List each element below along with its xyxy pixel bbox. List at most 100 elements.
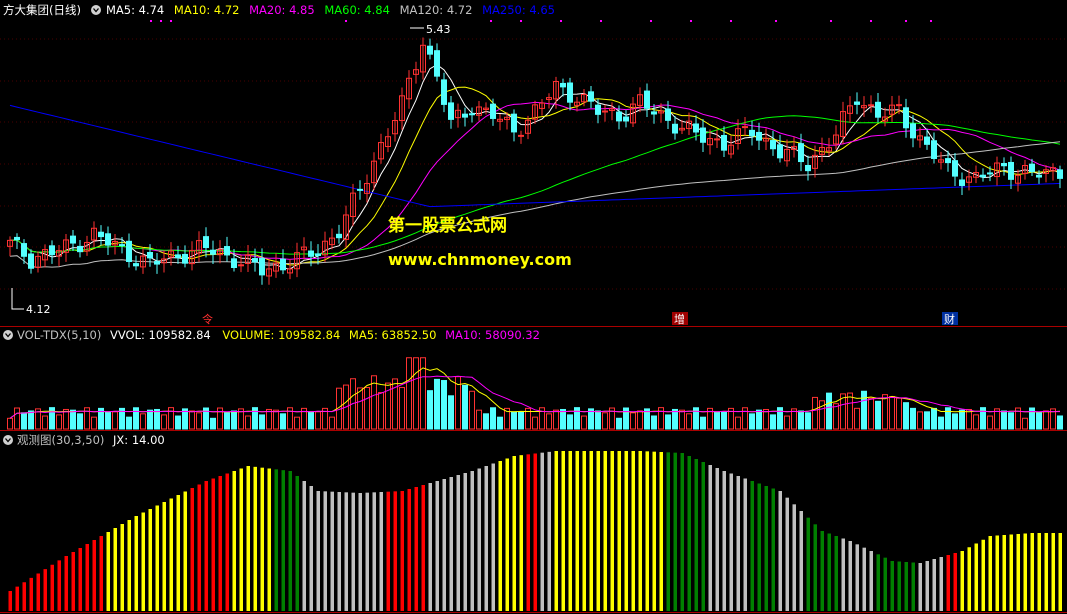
volume-bar-down [672, 408, 678, 430]
volume-bar-down [448, 395, 454, 430]
volume-bar-down [1057, 415, 1063, 430]
indicator-bar-gray [540, 452, 544, 611]
signal-dot [870, 20, 872, 22]
indicator-bars[interactable] [8, 451, 1063, 611]
indicator-bar-yellow [260, 467, 264, 611]
indicator-bar-green [680, 453, 684, 611]
indicator-bar-gray [470, 471, 474, 611]
volume-bar-down [875, 400, 881, 430]
volume-ma5-line [9, 367, 1061, 419]
event-marker-zeng[interactable]: 增 [672, 312, 688, 326]
candle-down [987, 172, 993, 175]
kline-chart[interactable]: 方大集团(日线) MA5: 4.74 MA10: 4.72 MA20: 4.85… [0, 0, 1067, 614]
indicator-bar-red [92, 540, 96, 611]
signal-dot [650, 20, 652, 22]
indicator-bar-gray [743, 478, 747, 611]
indicator-bar-yellow [134, 516, 138, 611]
volume-bar-down [770, 414, 776, 430]
indicator-bar-yellow [659, 452, 663, 611]
chevron-down-icon[interactable] [91, 5, 101, 15]
candle-down [224, 246, 230, 256]
indicator-bar-yellow [631, 451, 635, 611]
candle-down [154, 261, 160, 265]
volume-bar-up [1043, 410, 1049, 430]
candle-down [770, 140, 776, 150]
volume-bar-down [749, 413, 755, 430]
volume-bar-up [1022, 417, 1028, 430]
indicator-bar-green [694, 459, 698, 611]
indicator-bar-gray [855, 544, 859, 611]
volume-bar-up [679, 409, 685, 430]
volume-bar-down [903, 402, 909, 430]
ma250-label: MA250: 4.65 [482, 3, 555, 17]
indicator-bar-yellow [575, 451, 579, 611]
candle-down [462, 113, 468, 118]
volume-bar-down [483, 413, 489, 430]
chevron-down-icon[interactable] [3, 435, 13, 445]
volume-bars[interactable] [7, 357, 1063, 430]
volume-bar-up [973, 414, 979, 430]
indicator-bar-green [673, 452, 677, 611]
ma5-label: MA5: 4.74 [106, 3, 164, 17]
volume-bar-up [532, 416, 538, 430]
volume-bar-up [637, 410, 643, 430]
candle-down [1029, 163, 1035, 173]
volume-bar-down [952, 413, 958, 430]
candle-down [672, 123, 678, 134]
volume-bar-up [406, 357, 412, 430]
indicator-bar-red [407, 489, 411, 611]
collapse-button[interactable] [91, 5, 101, 15]
indicator-bar-yellow [617, 451, 621, 611]
indicator-panel-collapse[interactable] [3, 435, 13, 445]
candle-down [721, 134, 727, 151]
candle-down [959, 179, 965, 186]
indicator-bar-red [15, 586, 19, 611]
volume-bar-up [399, 387, 405, 430]
ma5-line [9, 64, 1061, 270]
ma60-label: MA60: 4.84 [324, 3, 390, 17]
chevron-down-icon[interactable] [3, 330, 13, 340]
low-annotation: 4.12 [11, 288, 51, 316]
indicator-bar-red [85, 544, 89, 611]
indicator-bar-gray [428, 483, 432, 611]
indicator-bar-yellow [155, 505, 159, 611]
volume-bar-up [56, 414, 62, 430]
indicator-bar-gray [862, 547, 866, 611]
indicator-bar-gray [547, 451, 551, 611]
indicator-bar-yellow [995, 535, 999, 611]
signal-dot [160, 20, 162, 22]
stock-chart-window[interactable]: 方大集团(日线) MA5: 4.74 MA10: 4.72 MA20: 4.85… [0, 0, 1067, 614]
volume-bar-up [896, 397, 902, 430]
volume-bar-up [315, 411, 321, 430]
event-marker-ling[interactable]: 令 [202, 312, 213, 326]
volume-bar-down [147, 409, 153, 430]
volume-bar-up [245, 415, 251, 430]
vvol-label: VVOL: 109582.84 [110, 328, 211, 342]
indicator-bar-yellow [141, 512, 145, 611]
volume-bar-up [189, 410, 195, 430]
volume-bar-up [917, 411, 923, 430]
indicator-bar-yellow [582, 451, 586, 611]
ma10-label: MA10: 4.72 [174, 3, 240, 17]
indicator-bar-gray [491, 463, 495, 611]
indicator-bar-gray [442, 479, 446, 611]
volume-bar-down [1036, 412, 1042, 430]
indicator-bar-yellow [246, 466, 250, 611]
volume-bar-up [581, 415, 587, 430]
indicator-name: 观测图(30,3,50) [17, 433, 104, 447]
volume-bar-down [497, 416, 503, 430]
signal-dot [930, 20, 932, 22]
indicator-bar-yellow [1044, 533, 1048, 611]
event-marker-cai[interactable]: 财 [942, 312, 958, 326]
indicator-bar-red [64, 556, 68, 611]
volume-bar-down [490, 407, 496, 430]
signal-dot [830, 20, 832, 22]
ma20-label: MA20: 4.85 [249, 3, 315, 17]
volume-bar-up [854, 407, 860, 430]
candle-down [280, 258, 286, 271]
indicator-bar-red [211, 478, 215, 611]
volume-bar-down [231, 410, 237, 430]
volume-bar-down [931, 407, 937, 430]
volume-panel-collapse[interactable] [3, 330, 13, 340]
candle-down [14, 236, 20, 241]
